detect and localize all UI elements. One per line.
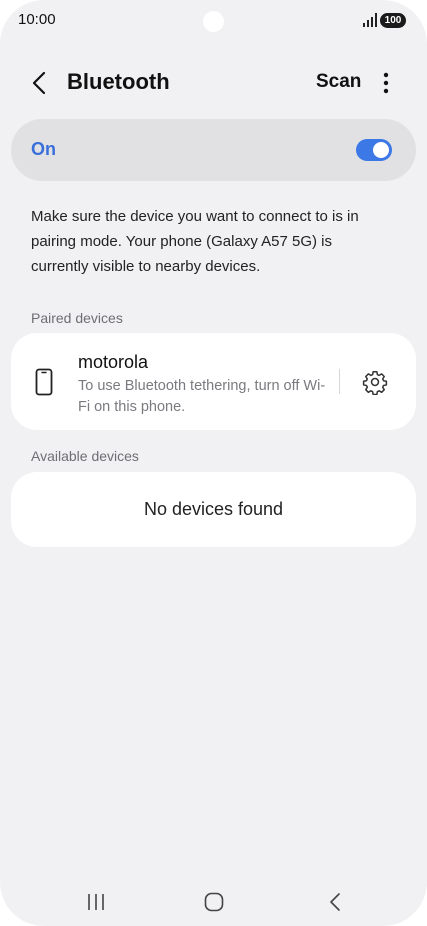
system-back-button[interactable] <box>315 882 355 922</box>
home-button[interactable] <box>194 882 234 922</box>
smartphone-icon <box>35 368 53 396</box>
visibility-info-text: Make sure the device you want to connect… <box>31 208 359 275</box>
recent-apps-icon <box>88 894 104 910</box>
bluetooth-master-switch[interactable]: On <box>11 119 416 181</box>
camera-cutout <box>203 11 224 32</box>
back-icon <box>330 893 340 911</box>
navigation-bar <box>0 882 427 922</box>
gear-icon <box>362 370 388 395</box>
more-vertical-icon <box>383 72 389 94</box>
device-settings-button[interactable] <box>361 368 389 396</box>
battery-indicator: 100 <box>380 13 406 28</box>
device-description: To use Bluetooth tethering, turn off Wi-… <box>78 378 326 415</box>
bluetooth-toggle[interactable] <box>356 139 392 161</box>
page-title: Bluetooth <box>67 69 170 94</box>
status-bar: 10:00 100 <box>0 0 427 42</box>
device-name: motorola <box>78 352 149 372</box>
signal-icon <box>363 13 377 27</box>
paired-device-row[interactable]: motorola To use Bluetooth tethering, tur… <box>11 333 337 430</box>
home-icon <box>204 892 224 912</box>
available-devices-header: Available devices <box>31 448 139 464</box>
row-divider <box>339 369 340 394</box>
scan-button[interactable]: Scan <box>312 71 365 93</box>
more-options-button[interactable] <box>374 66 398 100</box>
switch-label: On <box>31 139 56 159</box>
paired-devices-card: motorola To use Bluetooth tethering, tur… <box>11 333 416 430</box>
phone-screen: 10:00 100 Bluetooth Scan On Make sure th… <box>0 0 427 926</box>
chevron-left-icon <box>32 71 46 95</box>
back-button[interactable] <box>22 66 56 100</box>
no-devices-message: No devices found <box>143 499 284 519</box>
recent-apps-button[interactable] <box>76 882 116 922</box>
paired-devices-header: Paired devices <box>31 310 123 326</box>
available-devices-card: No devices found <box>11 472 416 547</box>
toggle-knob <box>373 142 389 158</box>
status-time: 10:00 <box>18 11 56 28</box>
